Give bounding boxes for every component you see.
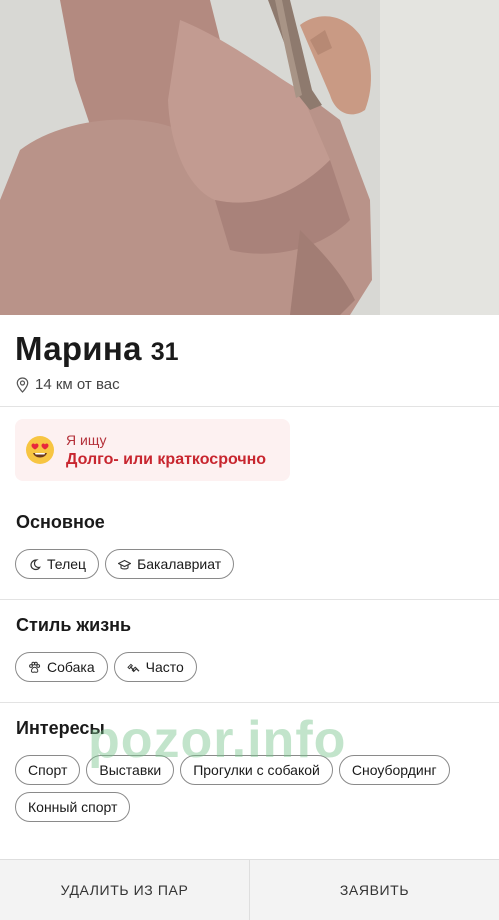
chip-label: Бакалавриат [137, 556, 222, 572]
profile-photo[interactable] [0, 0, 499, 315]
chip-interest[interactable]: Спорт [15, 755, 81, 785]
chip-workout[interactable]: Часто [113, 652, 197, 682]
looking-for-card: Я ищу Долго- или краткосрочно [15, 419, 290, 481]
graduation-cap-icon [118, 559, 132, 570]
looking-for-label: Я ищу [66, 431, 107, 448]
section-title-interests: Интересы [16, 718, 105, 738]
chip-pets[interactable]: Собака [15, 652, 108, 682]
basics-chips: Телец Бакалавриат [15, 549, 495, 579]
interests-chips: Спорт Выставки Прогулки с собакой Сноубо… [15, 755, 495, 822]
chip-interest[interactable]: Сноубординг [338, 755, 450, 785]
chip-interest[interactable]: Прогулки с собакой [180, 755, 333, 785]
divider [0, 406, 499, 407]
looking-for-value: Долго- или краткосрочно [66, 450, 267, 468]
section-title-lifestyle: Стиль жизнь [16, 615, 132, 635]
distance-text: 14 км от вас [35, 376, 120, 393]
divider [0, 702, 499, 703]
profile-name: Марина [15, 330, 142, 367]
section-title-basics: Основное [16, 512, 105, 532]
chip-education[interactable]: Бакалавриат [105, 549, 235, 579]
moon-icon [30, 558, 41, 570]
divider [0, 599, 499, 600]
lifestyle-chips: Собака Часто [15, 652, 495, 682]
heart-eyes-emoji-icon [26, 436, 54, 464]
chip-interest[interactable]: Конный спорт [15, 792, 131, 822]
remove-match-button[interactable]: Удалить из пар [0, 860, 249, 920]
distance-row: 14 км от вас [16, 376, 120, 393]
chip-label: Телец [47, 556, 87, 572]
profile-age: 31 [150, 338, 179, 366]
chip-zodiac[interactable]: Телец [15, 549, 100, 579]
action-bar: Удалить из пар Заявить [0, 859, 499, 920]
paw-icon [29, 661, 41, 673]
dumbbell-icon [126, 663, 140, 672]
chip-label: Часто [145, 659, 184, 675]
location-pin-icon [16, 376, 29, 393]
chip-interest[interactable]: Выставки [86, 755, 175, 785]
chip-label: Собака [47, 659, 95, 675]
report-button[interactable]: Заявить [249, 860, 499, 920]
profile-header: Марина 31 [15, 330, 179, 368]
